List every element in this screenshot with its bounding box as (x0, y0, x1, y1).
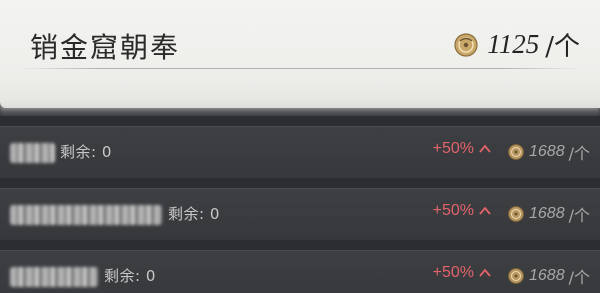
coin-icon (508, 206, 524, 222)
row-separator (0, 178, 600, 188)
price-change-percent: +50% (432, 264, 474, 281)
item-price-unit: /个 (568, 206, 590, 225)
blurred-item-name (10, 205, 162, 225)
item-price: 1688 /个 (507, 264, 590, 288)
shop-item-row[interactable]: 剩余: 0 +50% 1688 /个 (0, 126, 600, 178)
remaining-count: 剩余: 0 (60, 143, 112, 161)
price-change: +50% (433, 140, 492, 158)
price-change: +50% (433, 264, 492, 282)
coin-icon (508, 268, 524, 284)
shop-panel: 销金窟朝奉 1125 /个 剩余: 0 +50% 1688 /个 剩余: 0 +… (0, 0, 600, 293)
item-price-unit: /个 (568, 268, 590, 287)
item-price: 1688 /个 (507, 202, 590, 226)
row-separator (0, 240, 600, 250)
shop-header: 销金窟朝奉 1125 /个 (0, 0, 600, 108)
coin-icon (454, 32, 478, 57)
up-arrow-icon (479, 268, 491, 277)
remaining-count: 剩余: 0 (168, 205, 220, 223)
item-price-unit: /个 (568, 144, 590, 163)
price-change-percent: +50% (432, 140, 474, 157)
header-divider (18, 68, 582, 69)
shop-item-row[interactable]: 剩余: 0 +50% 1688 /个 (0, 250, 600, 293)
item-price-amount: 1688 (529, 267, 565, 284)
header-price: 1125 /个 (453, 26, 580, 63)
item-price-amount: 1688 (529, 143, 565, 160)
coin-icon (508, 144, 524, 160)
blurred-item-name (10, 143, 55, 163)
price-change-percent: +50% (432, 202, 474, 219)
remaining-count: 剩余: 0 (104, 267, 156, 285)
row-separator (0, 116, 600, 126)
blurred-item-name (10, 267, 98, 287)
item-price-amount: 1688 (529, 205, 565, 222)
item-price: 1688 /个 (507, 140, 590, 164)
header-price-unit: /个 (545, 32, 580, 62)
header-price-amount: 1125 (487, 29, 540, 59)
price-change: +50% (433, 202, 492, 220)
up-arrow-icon (479, 144, 491, 153)
up-arrow-icon (479, 206, 491, 215)
shop-item-row[interactable]: 剩余: 0 +50% 1688 /个 (0, 188, 600, 240)
shop-title: 销金窟朝奉 (30, 31, 181, 64)
